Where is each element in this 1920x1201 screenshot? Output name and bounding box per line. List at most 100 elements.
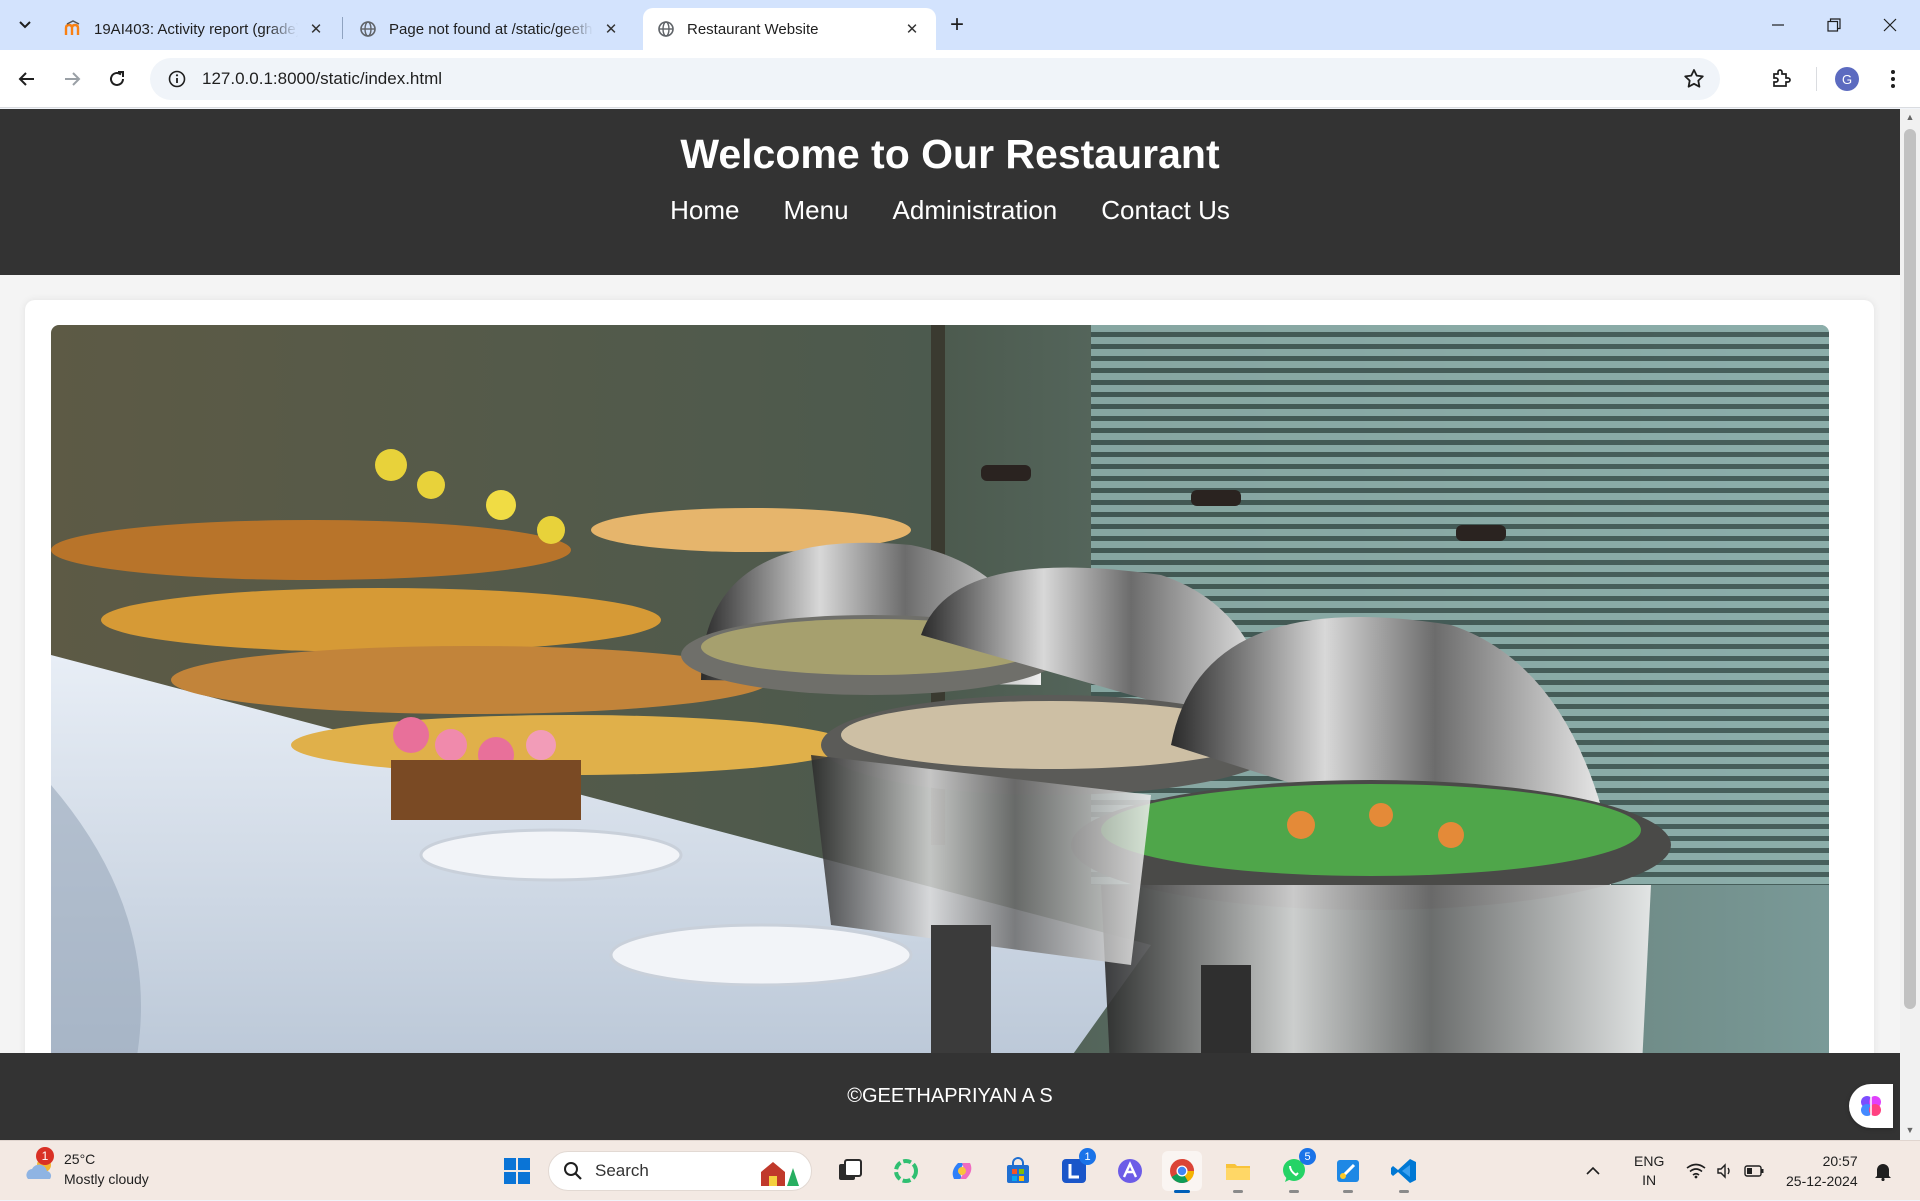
show-hidden-icons-button[interactable] xyxy=(1585,1141,1601,1201)
nav-menu-link[interactable]: Menu xyxy=(783,195,848,226)
tab-title: Page not found at /static/geethapriyan xyxy=(389,20,593,38)
scrollbar-thumb[interactable] xyxy=(1904,129,1916,1009)
start-button[interactable] xyxy=(497,1151,537,1191)
reload-button[interactable] xyxy=(99,61,135,97)
bookmark-star-icon[interactable] xyxy=(1682,67,1706,91)
close-tab-icon[interactable]: ✕ xyxy=(306,19,326,39)
cloudy-weather-icon: 1 xyxy=(22,1147,58,1187)
chevron-down-icon xyxy=(19,21,31,29)
taskbar: 1 25°C Mostly cloudy Search 1 5 ENG IN 2… xyxy=(0,1140,1920,1200)
tab-title: 19AI403: Activity report (grade) xyxy=(94,20,298,38)
profile-button[interactable]: G xyxy=(1829,61,1865,97)
moodle-icon xyxy=(64,20,82,38)
back-button[interactable] xyxy=(9,61,45,97)
notification-badge: 5 xyxy=(1299,1148,1316,1165)
toolbar-divider xyxy=(1816,67,1817,91)
arrow-right-icon xyxy=(65,72,81,86)
minimize-button[interactable] xyxy=(1750,0,1806,50)
triangle-app-icon xyxy=(1118,1159,1142,1183)
tab-page-not-found[interactable]: Page not found at /static/geethapriyan ✕ xyxy=(345,8,635,50)
restore-button[interactable] xyxy=(1806,0,1862,50)
avatar: G xyxy=(1835,67,1859,91)
page-scrollbar[interactable]: ▲ ▼ xyxy=(1900,109,1920,1140)
task-view-button[interactable] xyxy=(830,1151,870,1191)
weather-widget[interactable]: 1 25°C Mostly cloudy xyxy=(22,1147,149,1189)
taskbar-app-copilot[interactable] xyxy=(942,1151,982,1191)
quick-settings-button[interactable] xyxy=(1686,1141,1764,1201)
assistant-button[interactable] xyxy=(1849,1084,1893,1128)
copilot-icon xyxy=(952,1163,972,1179)
site-info-icon[interactable] xyxy=(156,58,198,100)
language-line2: IN xyxy=(1642,1172,1657,1188)
search-icon xyxy=(564,1162,582,1180)
chrome-icon xyxy=(1170,1159,1194,1184)
extensions-button[interactable] xyxy=(1763,61,1799,97)
footer-copyright: ©GEETHAPRIYAN A S xyxy=(847,1085,1053,1107)
hero-image xyxy=(51,325,1829,1085)
weather-alert-badge: 1 xyxy=(36,1147,54,1165)
taskbar-app-paint[interactable] xyxy=(1328,1151,1368,1193)
scroll-down-arrow[interactable]: ▼ xyxy=(1904,1125,1916,1137)
taskbar-app-whatsapp[interactable]: 5 xyxy=(1274,1148,1316,1193)
taskbar-app-vscode[interactable] xyxy=(1384,1151,1424,1193)
taskbar-app-file-explorer[interactable] xyxy=(1218,1151,1258,1193)
content-card xyxy=(25,300,1874,1140)
reload-icon xyxy=(110,71,124,86)
site-nav: Home Menu Administration Contact Us xyxy=(0,195,1900,226)
tab-separator xyxy=(342,17,343,39)
tab-strip: 19AI403: Activity report (grade) ✕ Page … xyxy=(0,0,1920,50)
vscode-icon xyxy=(1391,1159,1416,1183)
nav-contact-link[interactable]: Contact Us xyxy=(1101,195,1230,226)
store-bag-icon xyxy=(1007,1157,1029,1183)
clock-time: 20:57 xyxy=(1822,1153,1858,1169)
taskbar-search[interactable]: Search xyxy=(548,1151,812,1191)
address-bar[interactable]: 127.0.0.1:8000/static/index.html xyxy=(150,58,1720,100)
browser-toolbar: 127.0.0.1:8000/static/index.html G xyxy=(0,50,1920,108)
nav-home-link[interactable]: Home xyxy=(670,195,739,226)
chevron-up-icon xyxy=(1586,1166,1600,1175)
battery-icon xyxy=(1744,1165,1764,1177)
puzzle-icon xyxy=(1773,69,1791,87)
volume-icon xyxy=(1717,1163,1730,1179)
folder-icon xyxy=(1226,1164,1250,1180)
task-view-icon xyxy=(839,1159,862,1180)
globe-icon xyxy=(657,20,675,38)
tab-activity-report[interactable]: 19AI403: Activity report (grade) ✕ xyxy=(50,8,340,50)
taskbar-app-store[interactable] xyxy=(998,1151,1038,1191)
wifi-icon xyxy=(1686,1163,1706,1179)
clock[interactable]: 20:57 25-12-2024 xyxy=(1786,1141,1858,1201)
paint-icon xyxy=(1337,1160,1359,1182)
site-footer: ©GEETHAPRIYAN A S xyxy=(0,1053,1900,1140)
brain-icon xyxy=(1861,1096,1881,1116)
language-indicator[interactable]: ENG IN xyxy=(1634,1141,1664,1201)
taskbar-app-copilot-ring[interactable] xyxy=(886,1151,926,1191)
bell-icon xyxy=(1875,1164,1891,1181)
nav-administration-link[interactable]: Administration xyxy=(893,195,1058,226)
arrow-left-icon xyxy=(18,72,34,86)
taskbar-app-a[interactable] xyxy=(1110,1151,1150,1191)
buffet-table-photo xyxy=(51,325,1829,1085)
kebab-menu-icon xyxy=(1891,70,1895,88)
weather-condition: Mostly cloudy xyxy=(64,1171,149,1187)
close-tab-icon[interactable]: ✕ xyxy=(601,19,621,39)
url-text[interactable]: 127.0.0.1:8000/static/index.html xyxy=(202,69,442,89)
tab-title: Restaurant Website xyxy=(687,20,819,38)
browser-menu-button[interactable] xyxy=(1875,61,1911,97)
forward-button[interactable] xyxy=(54,61,90,97)
green-ring-icon xyxy=(894,1159,918,1183)
tab-restaurant-website[interactable]: Restaurant Website ✕ xyxy=(643,8,936,50)
site-header: Welcome to Our Restaurant Home Menu Admi… xyxy=(0,109,1900,275)
globe-icon xyxy=(359,20,377,38)
taskbar-app-l[interactable]: 1 xyxy=(1054,1148,1096,1191)
search-placeholder: Search xyxy=(595,1161,649,1180)
tab-search-button[interactable] xyxy=(8,8,42,42)
notifications-button[interactable] xyxy=(1874,1141,1892,1201)
new-tab-button[interactable]: + xyxy=(940,10,974,40)
scroll-up-arrow[interactable]: ▲ xyxy=(1904,112,1916,124)
notification-badge: 1 xyxy=(1079,1148,1096,1165)
close-tab-icon[interactable]: ✕ xyxy=(902,19,922,39)
close-window-button[interactable] xyxy=(1862,0,1918,50)
taskbar-app-chrome[interactable] xyxy=(1162,1151,1202,1193)
restore-icon xyxy=(1827,18,1841,32)
clock-date: 25-12-2024 xyxy=(1786,1173,1858,1189)
